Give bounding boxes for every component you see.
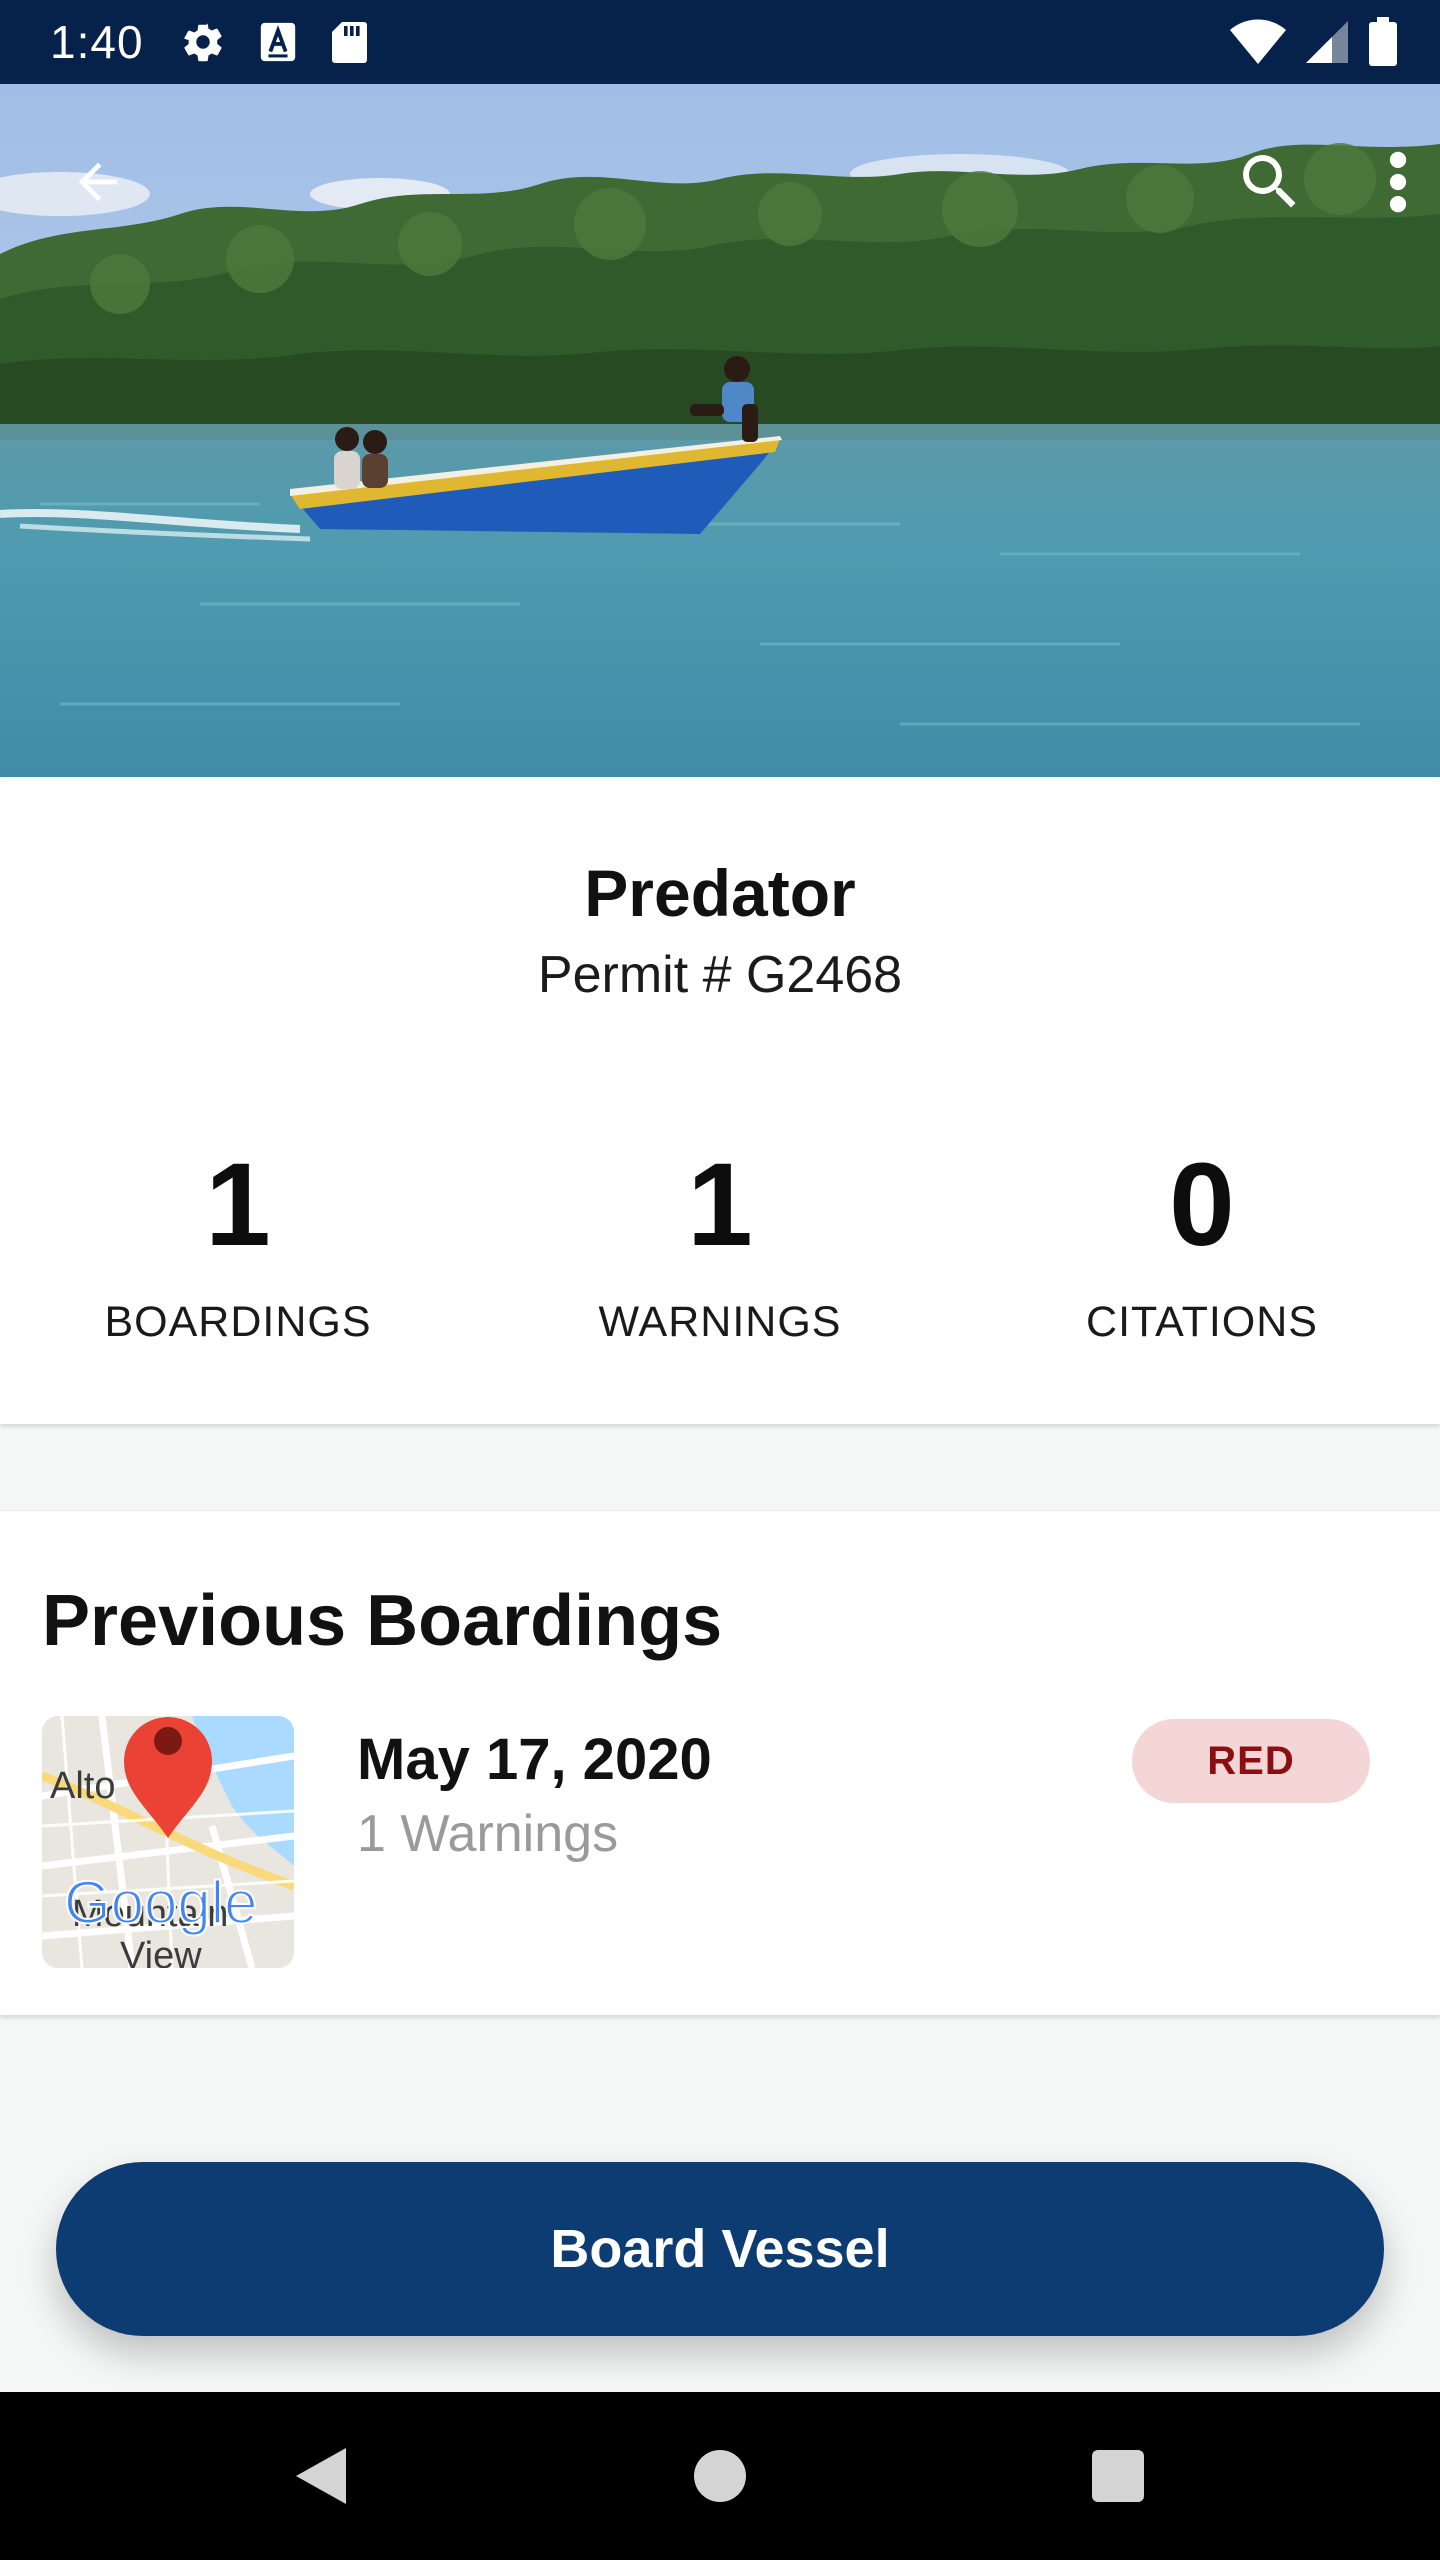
search-button[interactable] xyxy=(1222,134,1318,230)
permit-number: Permit # G2468 xyxy=(537,946,903,1004)
stat-boardings: 1 BOARDINGS xyxy=(0,1140,478,1347)
status-badge: RED xyxy=(1132,1719,1370,1803)
arrow-left-icon xyxy=(78,162,118,202)
nav-recent-icon xyxy=(1092,2450,1144,2502)
map-label-place-1: Alto xyxy=(50,1765,115,1807)
nav-home-button[interactable] xyxy=(680,2436,760,2516)
map-brand-label: Google xyxy=(64,1869,257,1936)
vessel-detail-screen: 1:40 Predator Permit # G2468 1 BOARDINGS… xyxy=(0,0,1440,2560)
system-nav-bar xyxy=(0,2392,1440,2560)
wifi-icon xyxy=(1230,19,1286,64)
map-icon: Alto Mountain View Google xyxy=(42,1716,294,1968)
section-title: Previous Boardings xyxy=(42,1581,723,1661)
stat-label: CITATIONS xyxy=(1086,1298,1318,1346)
stat-value: 0 xyxy=(1169,1139,1235,1271)
vessel-photo xyxy=(0,84,1440,777)
stat-label: WARNINGS xyxy=(598,1298,842,1346)
nav-home-icon xyxy=(694,2450,746,2502)
stat-label: BOARDINGS xyxy=(104,1298,372,1346)
status-bar: 1:40 xyxy=(0,0,1440,84)
more-vert-icon xyxy=(1389,151,1407,213)
nav-back-icon xyxy=(296,2448,346,2504)
text-a-icon xyxy=(260,22,295,62)
map-label-place-3: View xyxy=(120,1935,202,1968)
map-thumbnail: Alto Mountain View Google xyxy=(42,1716,294,1968)
search-icon xyxy=(1243,155,1296,208)
stat-warnings: 1 WARNINGS xyxy=(480,1140,960,1347)
board-vessel-button[interactable]: Board Vessel xyxy=(56,2162,1384,2336)
boarding-warnings: 1 Warnings xyxy=(357,1805,619,1863)
signal-icon xyxy=(1306,21,1348,63)
stat-citations: 0 CITATIONS xyxy=(962,1140,1440,1347)
boarding-list-item[interactable]: Alto Mountain View Google May 17, 2020 1… xyxy=(0,1716,1440,1972)
boarding-date: May 17, 2020 xyxy=(357,1727,712,1792)
vessel-name: Predator xyxy=(584,856,856,930)
stat-value: 1 xyxy=(205,1139,271,1271)
nav-back-button[interactable] xyxy=(280,2436,360,2516)
gear-icon xyxy=(183,23,222,62)
nav-recent-button[interactable] xyxy=(1078,2436,1158,2516)
sd-card-icon xyxy=(331,22,367,63)
stat-value: 1 xyxy=(687,1139,753,1271)
battery-icon xyxy=(1369,17,1397,66)
more-options-button[interactable] xyxy=(1350,134,1440,230)
status-time: 1:40 xyxy=(50,16,144,68)
back-button[interactable] xyxy=(50,134,146,230)
